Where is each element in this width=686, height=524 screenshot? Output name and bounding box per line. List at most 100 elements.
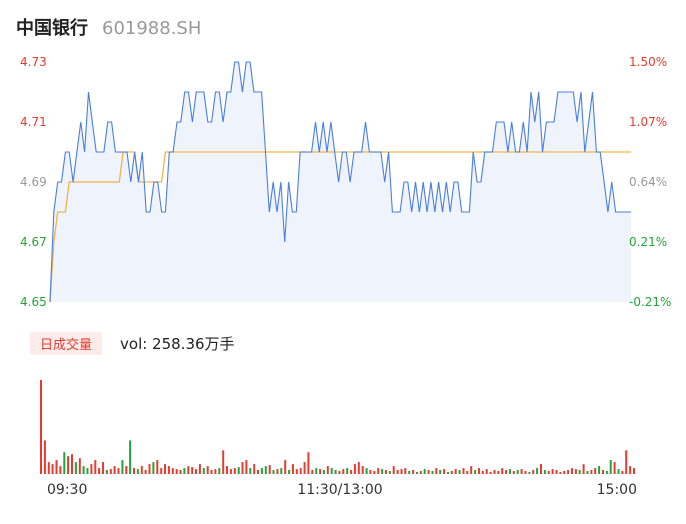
volume-bar <box>175 469 178 474</box>
volume-bar <box>408 471 411 474</box>
volume-bar <box>617 469 620 474</box>
volume-bar <box>567 470 570 474</box>
volume-bar <box>559 472 562 474</box>
volume-bar <box>94 460 97 474</box>
volume-bar <box>621 471 624 474</box>
volume-bar <box>431 471 434 474</box>
volume-bar <box>629 466 632 474</box>
volume-bar <box>427 470 430 474</box>
volume-bar <box>74 462 77 474</box>
volume-bar <box>303 462 306 474</box>
volume-bar <box>392 466 395 474</box>
x-axis: 09:30 11:30/13:00 15:00 <box>47 482 637 498</box>
volume-bar <box>462 468 465 474</box>
volume-bar <box>59 466 62 474</box>
volume-bar <box>400 469 403 474</box>
volume-bar <box>543 470 546 474</box>
volume-bar <box>133 468 135 474</box>
volume-bar <box>245 460 248 474</box>
volume-bar <box>288 470 291 474</box>
volume-bar <box>625 450 628 474</box>
volume-bar <box>512 471 515 474</box>
volume-bar <box>520 469 523 474</box>
volume-bar <box>195 469 197 474</box>
volume-bar <box>179 470 182 474</box>
volume-bar <box>113 466 116 474</box>
volume-bar <box>326 466 329 474</box>
volume-bar <box>602 470 604 474</box>
volume-bar <box>416 472 418 474</box>
volume-bar <box>51 464 54 474</box>
volume-bar <box>125 466 128 474</box>
volume-bar <box>136 469 139 474</box>
volume-bar <box>481 471 484 474</box>
volume-bar <box>338 471 341 474</box>
volume-bar <box>423 469 426 474</box>
volume-bar <box>547 471 550 474</box>
x-tick: 09:30 <box>47 482 87 498</box>
volume-bar <box>319 469 322 474</box>
volume-bar <box>466 471 469 474</box>
volume-bar <box>439 470 442 474</box>
volume-bar <box>299 468 302 474</box>
volume-bar <box>105 470 108 474</box>
volume-bar <box>633 468 635 474</box>
volume-bar <box>148 464 151 474</box>
volume-bar <box>218 468 221 474</box>
volume-bar <box>260 468 263 474</box>
volume-bar <box>237 467 240 474</box>
volume-bar <box>419 471 422 474</box>
volume-bar <box>264 466 267 474</box>
volume-bar <box>443 469 446 474</box>
volume-bar <box>140 466 143 474</box>
volume-bar <box>586 471 589 474</box>
volume-bar <box>404 468 407 474</box>
volume-bar <box>396 470 399 474</box>
volume-bar <box>322 470 325 474</box>
volume-bar <box>284 460 287 474</box>
volume-bar <box>551 469 554 474</box>
volume-bar <box>377 468 380 474</box>
volume-bar <box>78 458 81 474</box>
volume-bar <box>388 471 391 474</box>
volume-bar <box>334 470 337 474</box>
volume-bar <box>563 471 566 474</box>
volume-bar <box>295 469 298 474</box>
volume-bar <box>574 469 577 474</box>
volume-bar <box>63 452 66 474</box>
volume-bar <box>474 470 477 474</box>
volume-bar <box>198 464 201 474</box>
volume-bar <box>516 470 519 474</box>
volume-bar <box>71 454 73 474</box>
volume-bar <box>307 452 310 474</box>
volume-bar <box>454 469 457 474</box>
volume-bar <box>532 470 535 474</box>
volume-bar <box>315 468 318 474</box>
volume-bar <box>470 466 473 474</box>
volume-bar <box>86 468 89 474</box>
volume-bar <box>609 460 612 474</box>
volume-bar <box>536 468 539 474</box>
volume-bar <box>117 468 120 474</box>
volume-bar <box>98 468 101 474</box>
volume-bar <box>357 462 360 474</box>
volume-bar <box>191 467 194 474</box>
volume-bar <box>156 460 159 474</box>
volume-bar <box>55 460 58 474</box>
volume-chart: 09:30 11:30/13:00 15:00 <box>40 380 637 498</box>
volume-bar <box>233 468 236 474</box>
volume-bar <box>447 472 449 474</box>
volume-bar <box>571 468 573 474</box>
volume-bar <box>598 466 601 474</box>
volume-bars <box>40 380 635 474</box>
volume-bar <box>222 450 225 474</box>
volume-bar <box>280 468 283 474</box>
volume-bar <box>450 471 453 474</box>
volume-bar <box>501 468 504 474</box>
volume-bar <box>346 468 349 474</box>
volume-bar <box>226 466 228 474</box>
volume-bar <box>202 468 205 474</box>
volume-bar <box>291 464 294 474</box>
volume-bar <box>613 462 616 474</box>
volume-bar <box>582 464 585 474</box>
